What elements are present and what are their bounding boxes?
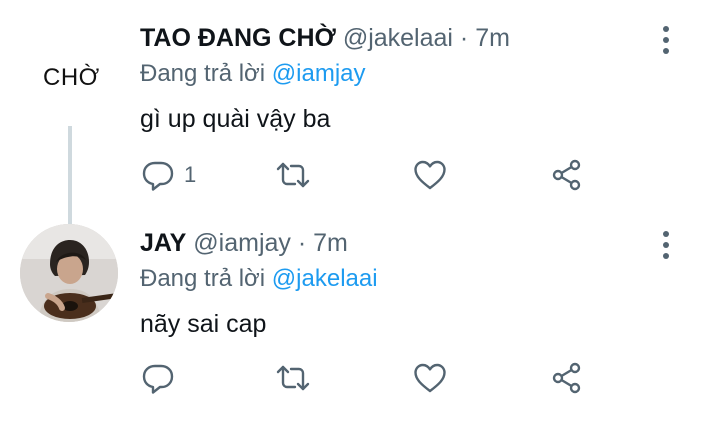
replying-prefix: Đang trả lời — [140, 60, 266, 87]
action-bar: 1 — [0, 157, 720, 197]
tweet[interactable]: JAY @iamjay · 7m Đang trả lời @jakelaai … — [0, 210, 720, 422]
share-icon — [552, 159, 581, 191]
reply-icon — [142, 161, 174, 191]
user-handle[interactable]: @jakelaai — [343, 24, 453, 52]
tweet-header: TAO ĐANG CHỜ @jakelaai · 7m — [140, 24, 510, 53]
avatar[interactable] — [20, 224, 118, 322]
user-handle[interactable]: @iamjay — [193, 229, 291, 257]
like-icon — [414, 160, 446, 190]
timestamp[interactable]: 7m — [475, 24, 510, 52]
tweet-text: gì up quài vậy ba — [140, 105, 331, 133]
replying-prefix: Đang trả lời — [140, 265, 266, 292]
tweet[interactable]: CHỜ TAO ĐANG CHỜ @jakelaai · 7m Đang trả… — [0, 0, 720, 224]
reply-count: 1 — [184, 162, 197, 187]
more-vertical-icon — [663, 37, 669, 43]
separator-dot: · — [459, 24, 469, 52]
share-icon — [552, 362, 581, 394]
action-bar — [0, 360, 720, 400]
share-button[interactable] — [549, 360, 585, 396]
more-options-button[interactable] — [660, 26, 672, 54]
tweet-text: nãy sai cap — [140, 310, 267, 338]
more-vertical-icon — [663, 242, 669, 248]
reply-button[interactable] — [140, 360, 184, 396]
retweet-button[interactable] — [275, 360, 311, 396]
more-vertical-icon — [663, 231, 669, 237]
mention-link[interactable]: @jakelaai — [272, 265, 378, 292]
mention-link[interactable]: @iamjay — [272, 60, 366, 87]
replying-to: Đang trả lời @jakelaai — [140, 265, 378, 293]
display-name[interactable]: JAY — [140, 229, 186, 257]
retweet-icon — [276, 365, 310, 391]
reply-icon — [142, 364, 174, 394]
more-options-button[interactable] — [660, 231, 672, 259]
more-vertical-icon — [663, 253, 669, 259]
replying-to: Đang trả lời @iamjay — [140, 60, 366, 88]
like-button[interactable] — [412, 360, 448, 396]
like-button[interactable] — [412, 157, 448, 193]
tweet-header: JAY @iamjay · 7m — [140, 229, 348, 258]
like-icon — [414, 363, 446, 393]
avatar[interactable]: CHỜ — [43, 64, 100, 92]
profile-photo — [20, 224, 118, 322]
share-button[interactable] — [549, 157, 585, 193]
more-vertical-icon — [663, 26, 669, 32]
retweet-button[interactable] — [275, 157, 311, 193]
separator-dot: · — [297, 229, 307, 257]
timestamp[interactable]: 7m — [313, 229, 348, 257]
display-name[interactable]: TAO ĐANG CHỜ — [140, 24, 336, 52]
more-vertical-icon — [663, 48, 669, 54]
retweet-icon — [276, 162, 310, 188]
reply-button[interactable]: 1 — [140, 157, 196, 193]
